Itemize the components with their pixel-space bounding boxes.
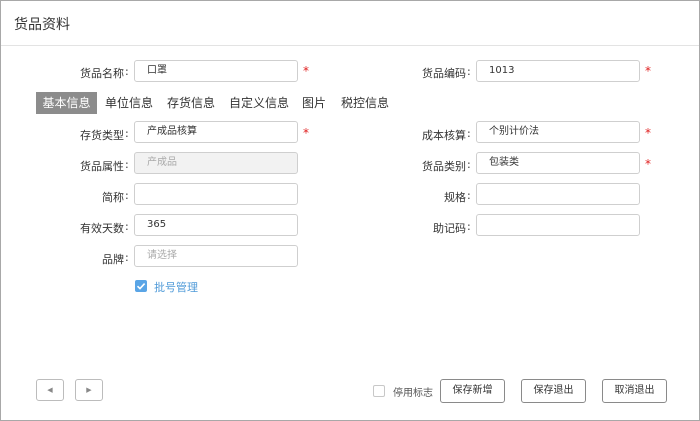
goods-attr-input: 产成品 [134,152,298,174]
cancel-exit-button[interactable]: 取消退出 [602,379,667,403]
valid-days-label: 有效天数 [80,222,124,235]
stock-type-label: 存货类型 [80,129,124,142]
colon: : [125,65,129,78]
tab-images[interactable]: 图片 [302,92,326,114]
stock-type-select[interactable]: 产成品核算 [134,121,298,143]
goods-attr-label: 货品属性 [80,160,124,173]
colon: : [125,251,129,264]
short-name-input[interactable] [134,183,298,205]
colon: : [125,158,129,171]
colon: : [125,189,129,202]
disabled-flag-checkbox[interactable] [373,385,385,397]
mnemonic-input[interactable] [476,214,640,236]
tab-stock-info[interactable]: 存货信息 [167,92,215,114]
cost-calc-select[interactable]: 个别计价法 [476,121,640,143]
tab-unit-info[interactable]: 单位信息 [105,92,153,114]
title-bar: 货品资料 [1,1,699,46]
required-mark: * [645,126,651,140]
cost-calc-label: 成本核算 [422,129,466,142]
colon: : [467,65,471,78]
required-mark: * [645,64,651,78]
colon: : [125,127,129,140]
required-mark: * [303,126,309,140]
tab-custom-info[interactable]: 自定义信息 [229,92,289,114]
tab-basic-info[interactable]: 基本信息 [36,92,97,114]
brand-label: 品牌 [102,253,124,266]
disabled-flag-label: 停用标志 [393,388,433,399]
goods-dialog: 货品资料 货品名称 : 口罩 * 货品编码 : 1013 * 基本信息 单位信息… [0,0,700,421]
left-arrow-icon: ◀ [47,386,53,394]
short-name-label: 简称 [102,191,124,204]
batch-management-label[interactable]: 批号管理 [154,279,198,295]
brand-select[interactable]: 请选择 [134,245,298,267]
required-mark: * [645,157,651,171]
dialog-title: 货品资料 [14,17,70,33]
right-arrow-icon: ▶ [86,386,92,394]
save-exit-button[interactable]: 保存退出 [521,379,586,403]
goods-code-input[interactable]: 1013 [476,60,640,82]
valid-days-input[interactable]: 365 [134,214,298,236]
batch-management-checkbox[interactable] [135,280,147,292]
colon: : [467,220,471,233]
colon: : [467,189,471,202]
next-button[interactable]: ▶ [75,379,103,401]
spec-input[interactable] [476,183,640,205]
goods-category-select[interactable]: 包装类 [476,152,640,174]
spec-label: 规格 [444,191,466,204]
colon: : [467,158,471,171]
mnemonic-label: 助记码 [433,222,466,235]
goods-code-label: 货品编码 [422,67,466,80]
tab-tax-info[interactable]: 税控信息 [341,92,389,114]
required-mark: * [303,64,309,78]
check-icon [136,283,146,290]
prev-button[interactable]: ◀ [36,379,64,401]
colon: : [467,127,471,140]
goods-name-input[interactable]: 口罩 [134,60,298,82]
goods-name-label: 货品名称 [80,67,124,80]
colon: : [125,220,129,233]
goods-category-label: 货品类别 [422,160,466,173]
save-new-button[interactable]: 保存新增 [440,379,505,403]
